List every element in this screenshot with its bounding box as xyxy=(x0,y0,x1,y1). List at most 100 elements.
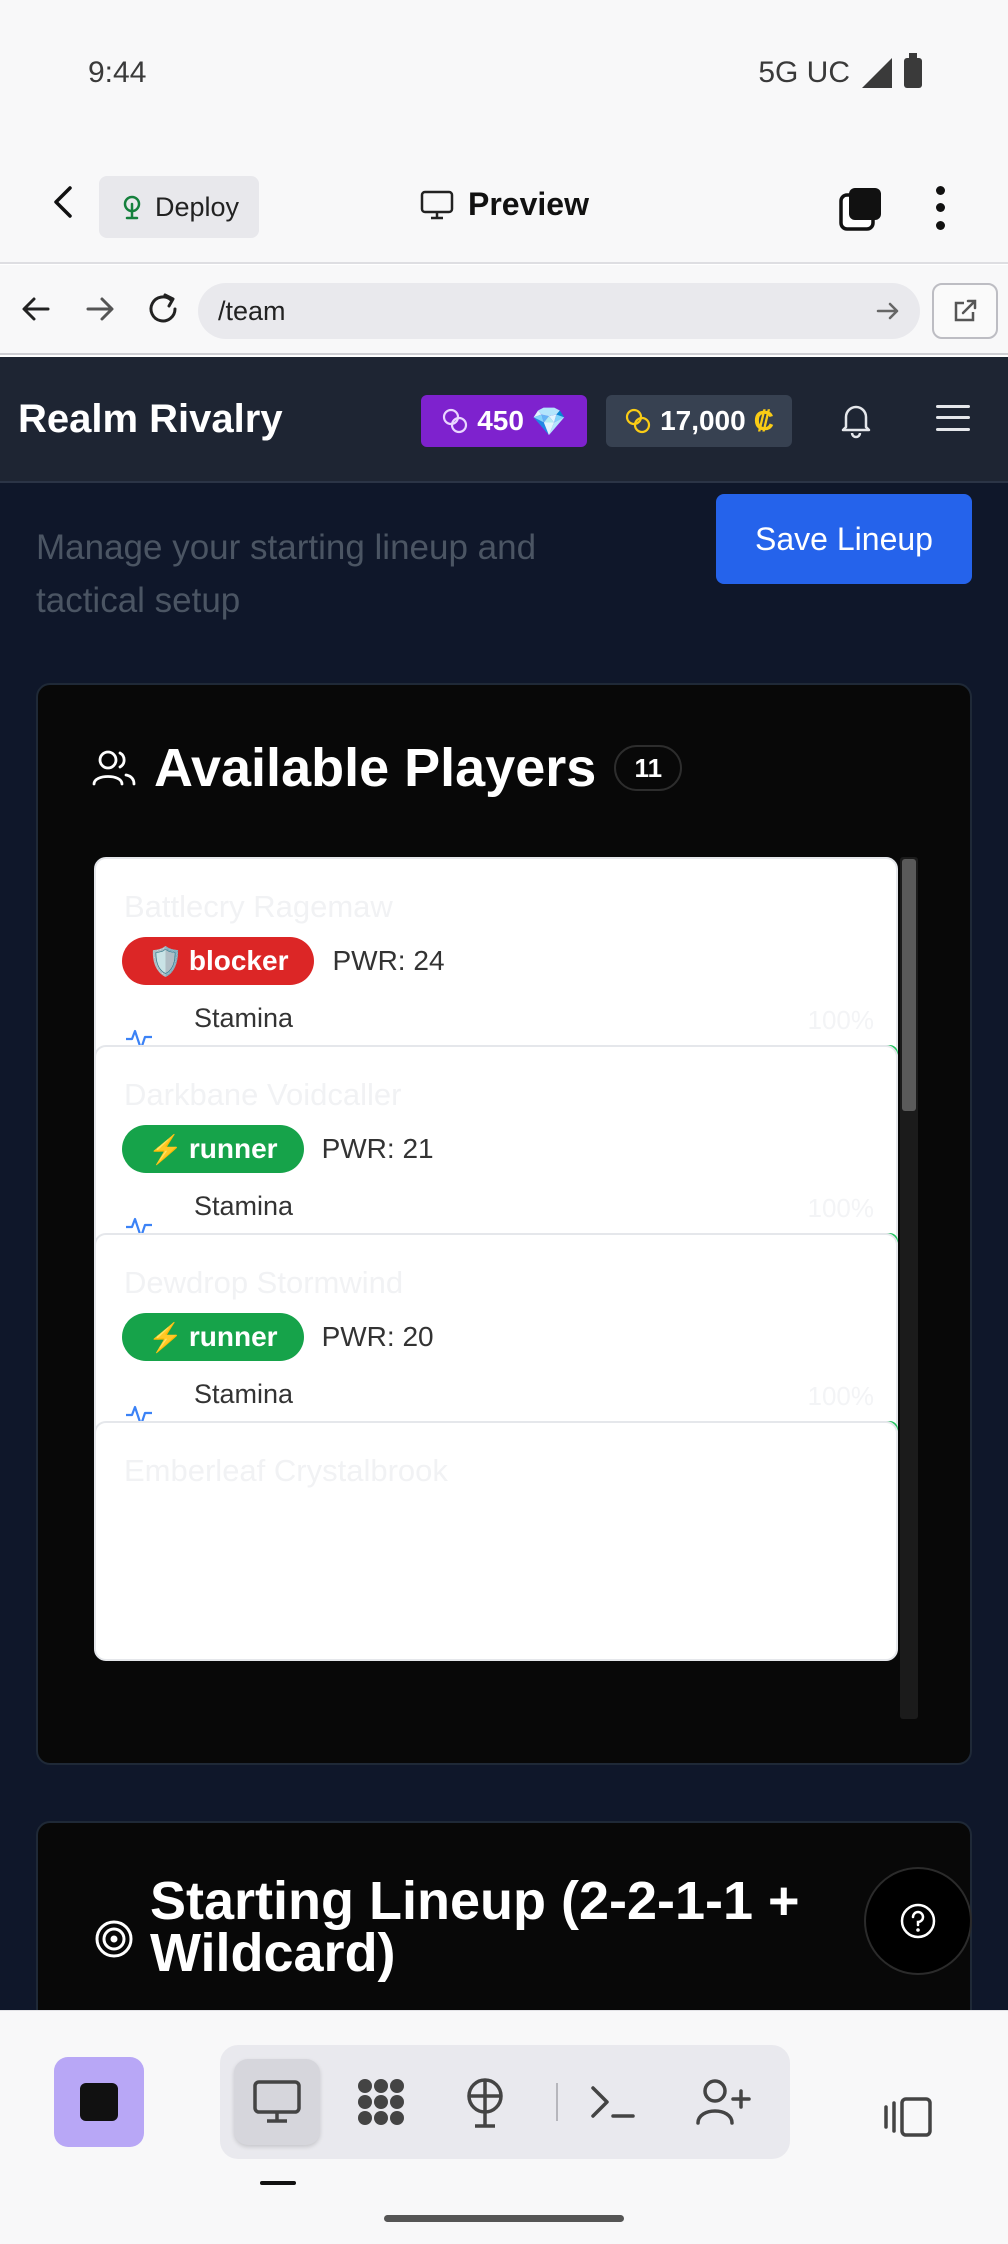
player-name: Darkbane Voidcaller xyxy=(124,1077,402,1112)
coins-value: 17,000 xyxy=(660,405,746,436)
player-tags: ⚡ runner PWR: 20 xyxy=(122,1313,434,1361)
help-icon xyxy=(900,1903,936,1939)
url-input[interactable]: /team xyxy=(198,283,920,339)
stamina-percent: 100% xyxy=(807,1193,875,1223)
available-players-title: Available Players xyxy=(154,738,597,798)
deploy-icon xyxy=(123,195,141,220)
back-button[interactable] xyxy=(44,182,84,222)
home-indicator xyxy=(384,2215,624,2222)
chevron-left-icon xyxy=(54,186,72,218)
open-external-button[interactable] xyxy=(932,283,998,339)
battery-icon xyxy=(904,53,922,88)
players-list[interactable]: Battlecry Ragemaw 🛡️ blocker PWR: 24 Stam… xyxy=(94,857,918,1719)
page-subtitle: Manage your starting lineup and tactical… xyxy=(36,528,537,620)
deploy-label: Deploy xyxy=(155,191,240,222)
target-icon xyxy=(95,1920,133,1958)
player-name: Battlecry Ragemaw xyxy=(124,889,393,924)
tabs-icon xyxy=(839,188,881,231)
player-card[interactable]: Emberleaf Crystalbrook xyxy=(94,1421,898,1661)
stamina-label: Stamina xyxy=(194,1003,294,1033)
tool-separator xyxy=(556,2083,558,2121)
gems-balance[interactable]: 450 💎 xyxy=(421,395,587,447)
gems-value: 450 xyxy=(477,405,524,436)
more-options-button[interactable] xyxy=(928,182,952,234)
notifications-button[interactable] xyxy=(836,399,876,439)
toggle-panel-button[interactable] xyxy=(880,2089,936,2145)
player-name: Emberleaf Crystalbrook xyxy=(124,1453,448,1488)
deploy-icon xyxy=(467,2078,503,2128)
arrow-left-icon xyxy=(22,297,50,321)
players-scrollbar-thumb[interactable] xyxy=(902,859,916,1111)
credit-symbol: ₡ xyxy=(753,405,774,436)
app-toolbar: Deploy Preview xyxy=(0,140,1008,264)
stamina-percent: 100% xyxy=(807,1005,875,1035)
coins-icon xyxy=(443,408,468,434)
deploy-button[interactable]: Deploy xyxy=(99,176,260,238)
stop-button[interactable] xyxy=(54,2057,144,2147)
workspace-tool-button[interactable] xyxy=(338,2059,424,2145)
workspace-icon xyxy=(358,2079,404,2125)
stamina-label: Stamina xyxy=(194,1191,294,1221)
stamina-label: Stamina xyxy=(194,1379,294,1409)
browser-bar: /team xyxy=(0,265,1008,355)
terminal-icon xyxy=(591,2086,635,2118)
coins-icon xyxy=(625,408,651,434)
bell-icon xyxy=(841,405,871,439)
lightning-icon: ⚡ xyxy=(148,1133,183,1165)
signal-icon xyxy=(862,58,892,88)
player-name: Dewdrop Stormwind xyxy=(124,1265,404,1300)
player-count-badge: 11 xyxy=(614,745,683,791)
preview-title: Preview xyxy=(420,186,589,223)
tool-group xyxy=(220,2045,790,2159)
web-app: Realm Rivalry 450 💎 17,000 ₡ Manage your… xyxy=(0,357,1008,2010)
role-badge: ⚡ runner xyxy=(122,1125,304,1173)
lightning-icon: ⚡ xyxy=(148,1321,183,1353)
monitor-icon xyxy=(420,190,454,219)
active-tool-indicator xyxy=(260,2181,296,2185)
save-lineup-button[interactable]: Save Lineup xyxy=(716,494,972,584)
browser-forward-button[interactable] xyxy=(82,291,118,327)
player-power: PWR: 20 xyxy=(321,1321,434,1352)
menu-button[interactable] xyxy=(936,401,970,435)
network-label: 5G UC xyxy=(758,56,850,89)
available-players-header: Available Players 11 xyxy=(92,737,683,799)
external-link-icon xyxy=(954,299,977,322)
users-icon xyxy=(92,750,136,786)
shield-icon: 🛡️ xyxy=(148,945,183,977)
gem-icon: 💎 xyxy=(531,405,567,437)
role-badge: 🛡️ blocker xyxy=(122,937,315,985)
reload-icon xyxy=(149,293,177,323)
tabs-button[interactable] xyxy=(838,186,884,232)
go-arrow-icon[interactable] xyxy=(874,297,902,325)
status-time: 9:44 xyxy=(88,56,147,89)
player-tags: ⚡ runner PWR: 21 xyxy=(122,1125,434,1173)
app-header: Realm Rivalry 450 💎 17,000 ₡ xyxy=(0,357,1008,483)
bottom-toolbar xyxy=(0,2010,1008,2244)
player-tags: 🛡️ blocker PWR: 24 xyxy=(122,937,445,985)
url-text: /team xyxy=(218,295,286,326)
role-badge: ⚡ runner xyxy=(122,1313,304,1361)
preview-label: Preview xyxy=(468,186,589,222)
player-power: PWR: 24 xyxy=(332,945,445,976)
preview-tool-button[interactable] xyxy=(234,2059,320,2145)
coins-balance[interactable]: 17,000 ₡ xyxy=(606,395,792,447)
deploy-tool-button[interactable] xyxy=(442,2059,528,2145)
starting-lineup-title: Starting Lineup (2-2-1-1 + Wildcard) xyxy=(150,1871,800,1983)
player-power: PWR: 21 xyxy=(321,1133,434,1164)
add-user-icon xyxy=(696,2079,751,2125)
stop-icon xyxy=(80,2083,118,2121)
reload-button[interactable] xyxy=(145,291,181,327)
available-players-panel: Available Players 11 Battlecry Ragemaw 🛡… xyxy=(36,683,972,1765)
shell-tool-button[interactable] xyxy=(570,2059,656,2145)
stamina-percent: 100% xyxy=(807,1381,875,1411)
help-button[interactable] xyxy=(864,1867,972,1975)
brand-title: Realm Rivalry xyxy=(18,397,283,441)
starting-lineup-panel: Starting Lineup (2-2-1-1 + Wildcard) xyxy=(36,1821,972,2010)
browser-back-button[interactable] xyxy=(18,291,54,327)
status-indicators: 5G UC xyxy=(758,53,922,90)
panel-icon xyxy=(884,2097,932,2137)
arrow-right-icon xyxy=(86,297,114,321)
monitor-icon xyxy=(253,2080,301,2123)
status-bar: 9:44 5G UC xyxy=(0,0,1008,140)
invite-tool-button[interactable] xyxy=(680,2059,766,2145)
